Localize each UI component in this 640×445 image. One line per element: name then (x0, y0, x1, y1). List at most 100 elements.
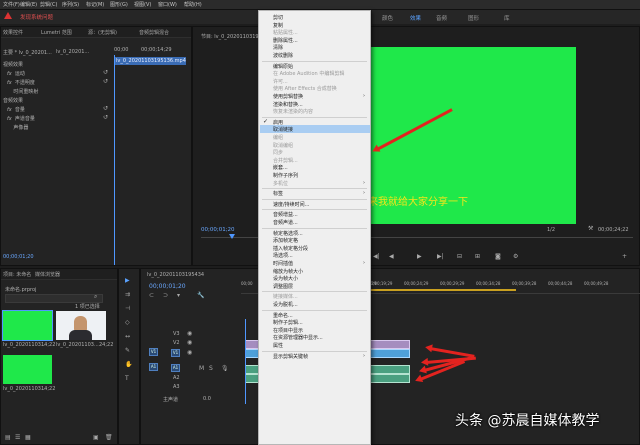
eye-icon[interactable]: ◉ (187, 339, 192, 346)
tab-lumetri-scopes[interactable]: Lumetri 范围 (41, 29, 72, 36)
tab-graphics[interactable]: 图形 (468, 14, 479, 22)
menu-sequence[interactable]: 序列(S) (62, 1, 79, 8)
track-v2[interactable]: V2 (173, 340, 180, 346)
track-v3[interactable]: V3 (173, 331, 180, 337)
eye-icon[interactable]: ◉ (187, 330, 192, 337)
context-menu-item[interactable]: 嵌套... (273, 164, 288, 171)
context-menu-item[interactable]: 在资源管理器中显示... (273, 334, 323, 341)
timeline-title[interactable]: lv_0_20201103195434 (147, 272, 204, 278)
tab-audio[interactable]: 音频 (436, 14, 447, 22)
project-thumb-1[interactable] (2, 310, 53, 341)
reset-icon[interactable]: ↺ (103, 105, 108, 112)
add-button-icon[interactable]: + (622, 253, 627, 260)
tab-libraries[interactable]: 库 (504, 14, 510, 22)
context-menu-item[interactable]: 剪切 (273, 14, 283, 21)
program-zoom[interactable]: 1/2 (547, 227, 555, 233)
tab-project[interactable]: 项目: 未命名 (3, 271, 31, 278)
pen-tool-icon[interactable]: ✎ (125, 347, 130, 354)
tab-media-browser[interactable]: 媒体浏览器 (35, 271, 60, 278)
reset-icon[interactable]: ↺ (103, 114, 108, 121)
v1-source-patch[interactable]: V1 (149, 348, 158, 356)
reset-icon[interactable]: ↺ (103, 78, 108, 85)
step-back-icon[interactable]: ◀| (373, 253, 380, 260)
context-menu-item[interactable]: 清除 (273, 44, 283, 51)
warning-text[interactable]: 发现系统问题 (20, 13, 53, 21)
program-timecode[interactable]: 00;00;01;20 (201, 227, 235, 233)
fx-motion-row[interactable]: fx 运动 (7, 70, 25, 77)
context-menu-item[interactable]: 速度/持续时间... (273, 201, 309, 208)
track-a1[interactable]: A1 (171, 364, 180, 372)
clip-label[interactable]: lv_0_20201... (56, 49, 89, 55)
menu-graphics[interactable]: 图形(G) (110, 1, 128, 8)
razor-tool-icon[interactable]: ◇ (125, 319, 130, 326)
context-menu-item[interactable]: 标签 (273, 190, 283, 197)
ec-clip-bar[interactable]: lv_0_20201103195136.mp4 (114, 57, 186, 65)
icon-view-icon[interactable]: ▦ (25, 434, 31, 441)
work-area-bar[interactable] (366, 289, 516, 291)
frame-back-icon[interactable]: ◀ (389, 253, 394, 260)
ripple-edit-tool-icon[interactable]: ⊣ (125, 305, 130, 312)
tab-effect-controls[interactable]: 效果控件 (3, 29, 23, 36)
context-menu-item[interactable]: 渲染和替换... (273, 101, 303, 108)
hand-tool-icon[interactable]: ✋ (125, 361, 132, 368)
tab-effects[interactable]: 效果 (410, 14, 421, 22)
program-playhead-icon[interactable] (229, 234, 235, 239)
context-menu-item[interactable]: 帧定格选项... (273, 230, 303, 237)
fx-volume-row[interactable]: fx 音量 (7, 106, 25, 113)
selection-tool-icon[interactable]: ▶ (125, 277, 130, 284)
wrench-icon[interactable]: ⚒ (588, 225, 593, 232)
master-clip-label[interactable]: 主要 * lv_0_20201... (3, 49, 52, 56)
context-menu-item[interactable]: 波纹删除 (273, 52, 293, 59)
project-item-name-1[interactable]: lv_0_20201103... (3, 342, 46, 348)
trash-icon[interactable]: 🗑 (105, 434, 113, 441)
context-menu-item[interactable]: 在项目中显示 (273, 327, 303, 334)
project-search-input[interactable] (5, 294, 103, 303)
camera-icon[interactable]: ◙ (495, 253, 501, 260)
list-view-icon[interactable]: ☰ (15, 434, 20, 441)
context-menu-item[interactable]: 缩放为帧大小 (273, 268, 303, 275)
track-v1[interactable]: V1 (171, 349, 180, 357)
project-thumb-2[interactable] (56, 311, 106, 340)
project-item-name-2[interactable]: lv_0_20201103... (56, 342, 99, 348)
menu-edit[interactable]: 编辑(E) (20, 1, 37, 8)
a1-source-patch[interactable]: A1 (149, 363, 158, 371)
ec-time-display[interactable]: 00;00;01;20 (3, 254, 34, 260)
tab-source[interactable]: 源：(无剪辑) (88, 29, 117, 36)
settings-icon[interactable]: ⚙ (513, 253, 518, 260)
context-menu-item[interactable]: 时间插值 (273, 260, 293, 267)
context-menu-item[interactable]: 调整图层 (273, 283, 293, 290)
fx-panner-row[interactable]: 声像器 (7, 124, 28, 131)
tab-color[interactable]: 颜色 (382, 14, 393, 22)
menu-marker[interactable]: 标记(M) (86, 1, 104, 8)
eye-icon[interactable]: ◉ (187, 349, 192, 356)
linked-selection-icon[interactable]: ⊃ (163, 292, 168, 299)
slip-tool-icon[interactable]: ↔ (125, 333, 130, 340)
lock-icon[interactable]: ▤ (5, 434, 11, 441)
context-menu-item[interactable]: 编辑原始 (273, 63, 293, 70)
context-menu-item[interactable]: 制作子序列 (273, 172, 298, 179)
project-thumb-3[interactable] (3, 355, 52, 384)
context-menu-item[interactable]: 显示剪辑关键帧 (273, 353, 308, 360)
context-menu-item[interactable]: 音频增益... (273, 211, 298, 218)
voice-icon[interactable]: 🎙 (221, 365, 229, 372)
context-menu-item[interactable]: 取消链接 (273, 126, 293, 133)
type-tool-icon[interactable]: T (125, 375, 129, 382)
lift-icon[interactable]: ⊟ (457, 253, 462, 260)
track-select-tool-icon[interactable]: ⇉ (125, 291, 130, 298)
master-volume-value[interactable]: 0.0 (203, 396, 211, 402)
fx-opacity-row[interactable]: fx 不透明度 (7, 79, 35, 86)
context-menu-item[interactable]: 属性 (273, 342, 283, 349)
menu-clip[interactable]: 剪辑(C) (40, 1, 57, 8)
menu-file[interactable]: 文件(F) (3, 1, 20, 8)
track-a3[interactable]: A3 (173, 384, 180, 390)
new-item-icon[interactable]: ▣ (93, 434, 99, 441)
context-menu-item[interactable]: 添加帧定格 (273, 237, 298, 244)
project-item-name-3[interactable]: lv_0_20201103... (3, 386, 46, 392)
context-menu-item[interactable]: 使用剪辑替换 (273, 93, 303, 100)
timeline-playhead[interactable] (245, 319, 246, 404)
timeline-timecode[interactable]: 00;00;01;20 (149, 283, 186, 290)
timeline-settings-icon[interactable]: 🔧 (197, 292, 204, 299)
add-marker-icon[interactable]: ▾ (177, 292, 180, 299)
menu-window[interactable]: 窗口(W) (158, 1, 177, 8)
context-menu-item[interactable]: 场选项... (273, 252, 293, 259)
